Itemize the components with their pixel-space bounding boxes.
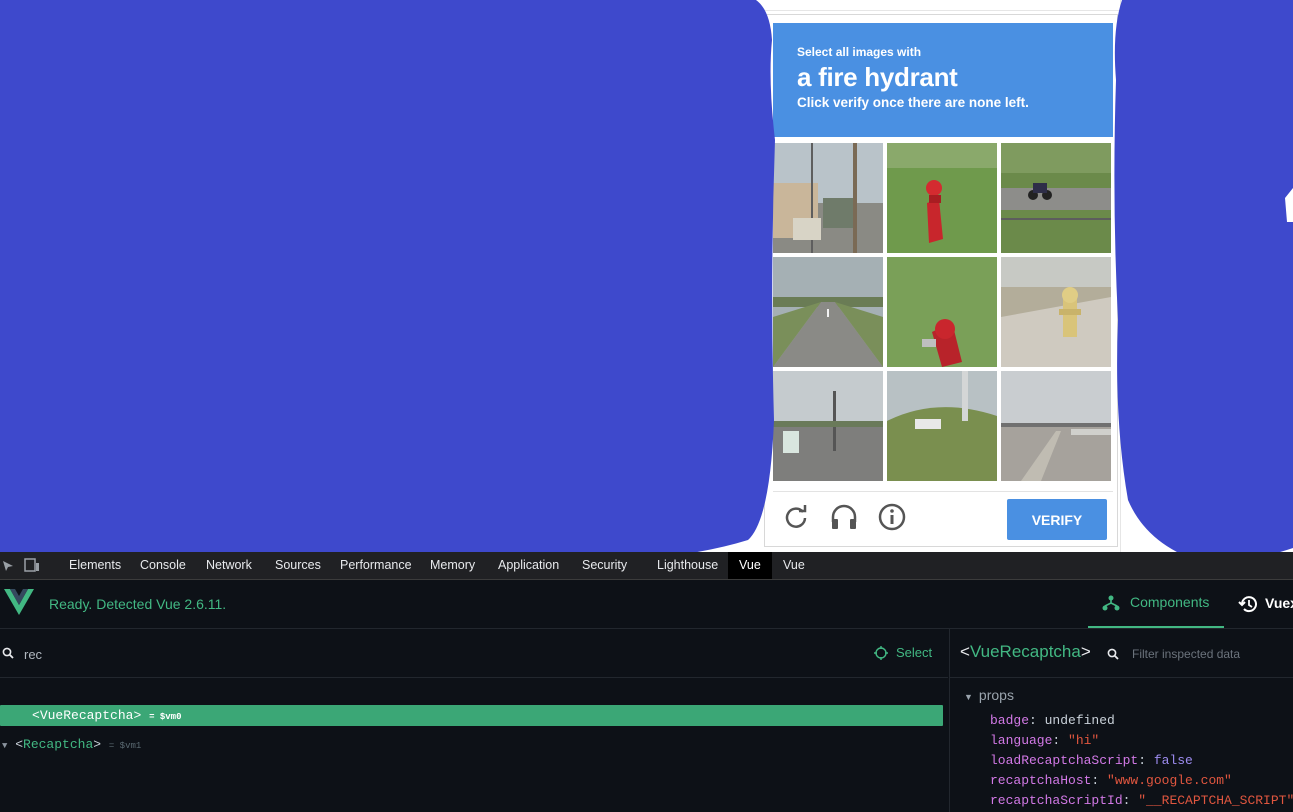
filter-inspected-data-input[interactable]: Filter inspected data — [1132, 647, 1240, 661]
tab-components[interactable]: Components — [1088, 579, 1224, 628]
filter-search-icon — [1107, 647, 1119, 660]
devtools-panel: Elements Console Network Sources Perform… — [0, 552, 1293, 812]
expand-triangle-icon[interactable]: ▼ — [2, 741, 7, 751]
tab-console[interactable]: Console — [129, 552, 197, 579]
components-tab-label: Components — [1130, 594, 1210, 610]
redaction-scribble — [0, 0, 1293, 552]
tab-application[interactable]: Application — [487, 552, 570, 579]
select-component-button[interactable]: Select — [896, 645, 932, 660]
tab-vuex[interactable]: Vuex — [1265, 595, 1293, 611]
prop-recaptcha-host: recaptchaHost: "www.google.com" — [990, 773, 1232, 788]
tree-node-name: VueRecaptcha — [39, 708, 134, 723]
tab-memory[interactable]: Memory — [419, 552, 486, 579]
target-icon — [874, 646, 888, 660]
vue-devtools-header: Ready. Detected Vue 2.6.11. Components V… — [0, 579, 1293, 629]
search-icon — [2, 646, 14, 659]
tab-performance[interactable]: Performance — [329, 552, 423, 579]
vm-ref: = $vm1 — [108, 741, 142, 751]
tab-sources[interactable]: Sources — [264, 552, 332, 579]
inspected-component-title: <VueRecaptcha> — [960, 642, 1091, 661]
inspect-element-icon[interactable] — [2, 559, 14, 571]
tab-lighthouse[interactable]: Lighthouse — [646, 552, 729, 579]
props-section-label: props — [978, 687, 1014, 703]
tab-elements[interactable]: Elements — [58, 552, 132, 579]
devtools-tab-bar: Elements Console Network Sources Perform… — [0, 552, 1293, 580]
tree-node-name: Recaptcha — [23, 737, 94, 752]
prop-load-recaptcha-script: loadRecaptchaScript: false — [990, 753, 1193, 768]
props-section-header[interactable]: ▼ props — [964, 687, 1014, 703]
prop-language: language: "hi" — [990, 733, 1100, 748]
tree-node-vuerecaptcha[interactable]: <VueRecaptcha> = $vm0 — [0, 705, 943, 726]
vm-ref: = $vm0 — [149, 712, 182, 722]
vue-logo-icon — [4, 589, 34, 615]
prop-recaptcha-script-id: recaptchaScriptId: "__RECAPTCHA_SCRIPT" — [990, 793, 1293, 808]
component-search-bar: Select — [0, 629, 948, 678]
history-icon — [1238, 594, 1258, 614]
collapse-triangle-icon[interactable]: ▼ — [964, 692, 973, 702]
web-page-viewport: Select all images with a fire hydrant Cl… — [0, 0, 1293, 552]
tab-security[interactable]: Security — [571, 552, 638, 579]
components-tree-icon — [1102, 594, 1120, 612]
tab-vue-secondary[interactable]: Vue — [772, 552, 816, 579]
device-toolbar-icon[interactable] — [24, 558, 40, 572]
tree-node-recaptcha[interactable]: ▼ <Recaptcha> = $vm1 — [0, 734, 141, 755]
tab-network[interactable]: Network — [195, 552, 263, 579]
vue-detection-status: Ready. Detected Vue 2.6.11. — [49, 596, 227, 612]
prop-badge: badge: undefined — [990, 713, 1115, 728]
component-search-input[interactable] — [22, 643, 626, 665]
inspector-header: <VueRecaptcha> Filter inspected data — [950, 629, 1293, 678]
inspector-pane: <VueRecaptcha> Filter inspected data ▼ pr… — [949, 629, 1293, 812]
tab-vue[interactable]: Vue — [728, 552, 772, 579]
